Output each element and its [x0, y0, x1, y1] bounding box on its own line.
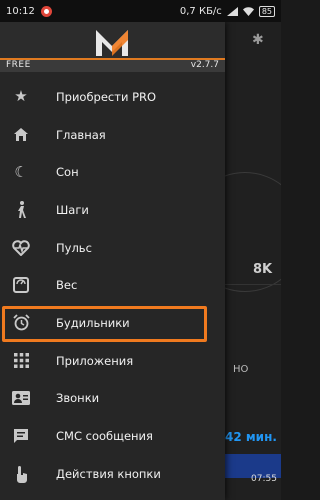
status-bar: 10:12 0,7 КБ/с 85 — [0, 0, 281, 22]
drawer-menu: ★ Приобрести PRO Главная ☾ Сон Шаги Пуль… — [0, 78, 225, 493]
menu-item-calls[interactable]: Звонки — [0, 380, 225, 418]
wifi-icon — [242, 6, 254, 16]
menu-item-weight[interactable]: Вес — [0, 266, 225, 304]
menu-item-label: Будильники — [56, 315, 130, 330]
menu-item-label: Звонки — [56, 391, 100, 406]
version-label: v2.7.7 — [190, 60, 219, 70]
navigation-drawer: FREE v2.7.7 ★ Приобрести PRO Главная ☾ С… — [0, 22, 225, 500]
alarm-icon — [12, 314, 30, 332]
menu-item-alarms[interactable]: Будильники — [0, 304, 225, 343]
scale-icon — [12, 276, 30, 294]
menu-item-button-actions[interactable]: Действия кнопки — [0, 455, 225, 493]
app-logo-icon — [96, 30, 128, 56]
heart-pulse-icon — [12, 239, 30, 257]
menu-item-home[interactable]: Главная — [0, 116, 225, 154]
walk-icon — [12, 200, 30, 219]
menu-item-label: Шаги — [56, 202, 89, 217]
partial-text: НО — [233, 364, 249, 375]
bluetooth-icon[interactable]: ✱ — [252, 32, 264, 48]
background-app: ✱ 8K НО 42 мин. 07:55 — [225, 22, 281, 500]
sleep-icon: ☾ — [14, 162, 28, 181]
menu-item-label: Главная — [56, 127, 106, 142]
free-badge: FREE — [6, 60, 31, 70]
menu-item-pulse[interactable]: Пульс — [0, 229, 225, 267]
app-notification-icon — [40, 5, 52, 17]
status-time: 10:12 — [6, 5, 35, 17]
sms-icon — [12, 427, 30, 445]
menu-item-steps[interactable]: Шаги — [0, 191, 225, 229]
menu-item-apps[interactable]: Приложения — [0, 342, 225, 380]
time-text: 07:55 — [251, 474, 277, 484]
menu-item-label: Пульс — [56, 240, 92, 255]
signal-icon — [226, 6, 238, 16]
battery-icon: 85 — [258, 5, 275, 17]
drawer-header: FREE v2.7.7 — [0, 22, 225, 72]
apps-icon — [12, 352, 30, 370]
star-icon: ★ — [14, 87, 28, 106]
menu-item-sms[interactable]: СМС сообщения — [0, 417, 225, 455]
menu-item-label: Сон — [56, 165, 79, 180]
menu-item-label: Действия кнопки — [56, 466, 161, 481]
home-icon — [12, 126, 30, 144]
menu-item-label: Вес — [56, 278, 78, 293]
steps-value: 8K — [253, 262, 273, 277]
menu-item-label: Приложения — [56, 353, 134, 368]
menu-item-buy-pro[interactable]: ★ Приобрести PRO — [0, 78, 225, 116]
menu-item-label: СМС сообщения — [56, 429, 153, 444]
touch-icon — [12, 465, 30, 483]
menu-item-sleep[interactable]: ☾ Сон — [0, 153, 225, 191]
duration-text: 42 мин. — [225, 430, 277, 444]
menu-item-label: Приобрести PRO — [56, 89, 157, 104]
network-speed: 0,7 КБ/с — [179, 5, 222, 17]
divider — [225, 284, 281, 285]
contact-icon — [12, 389, 30, 407]
